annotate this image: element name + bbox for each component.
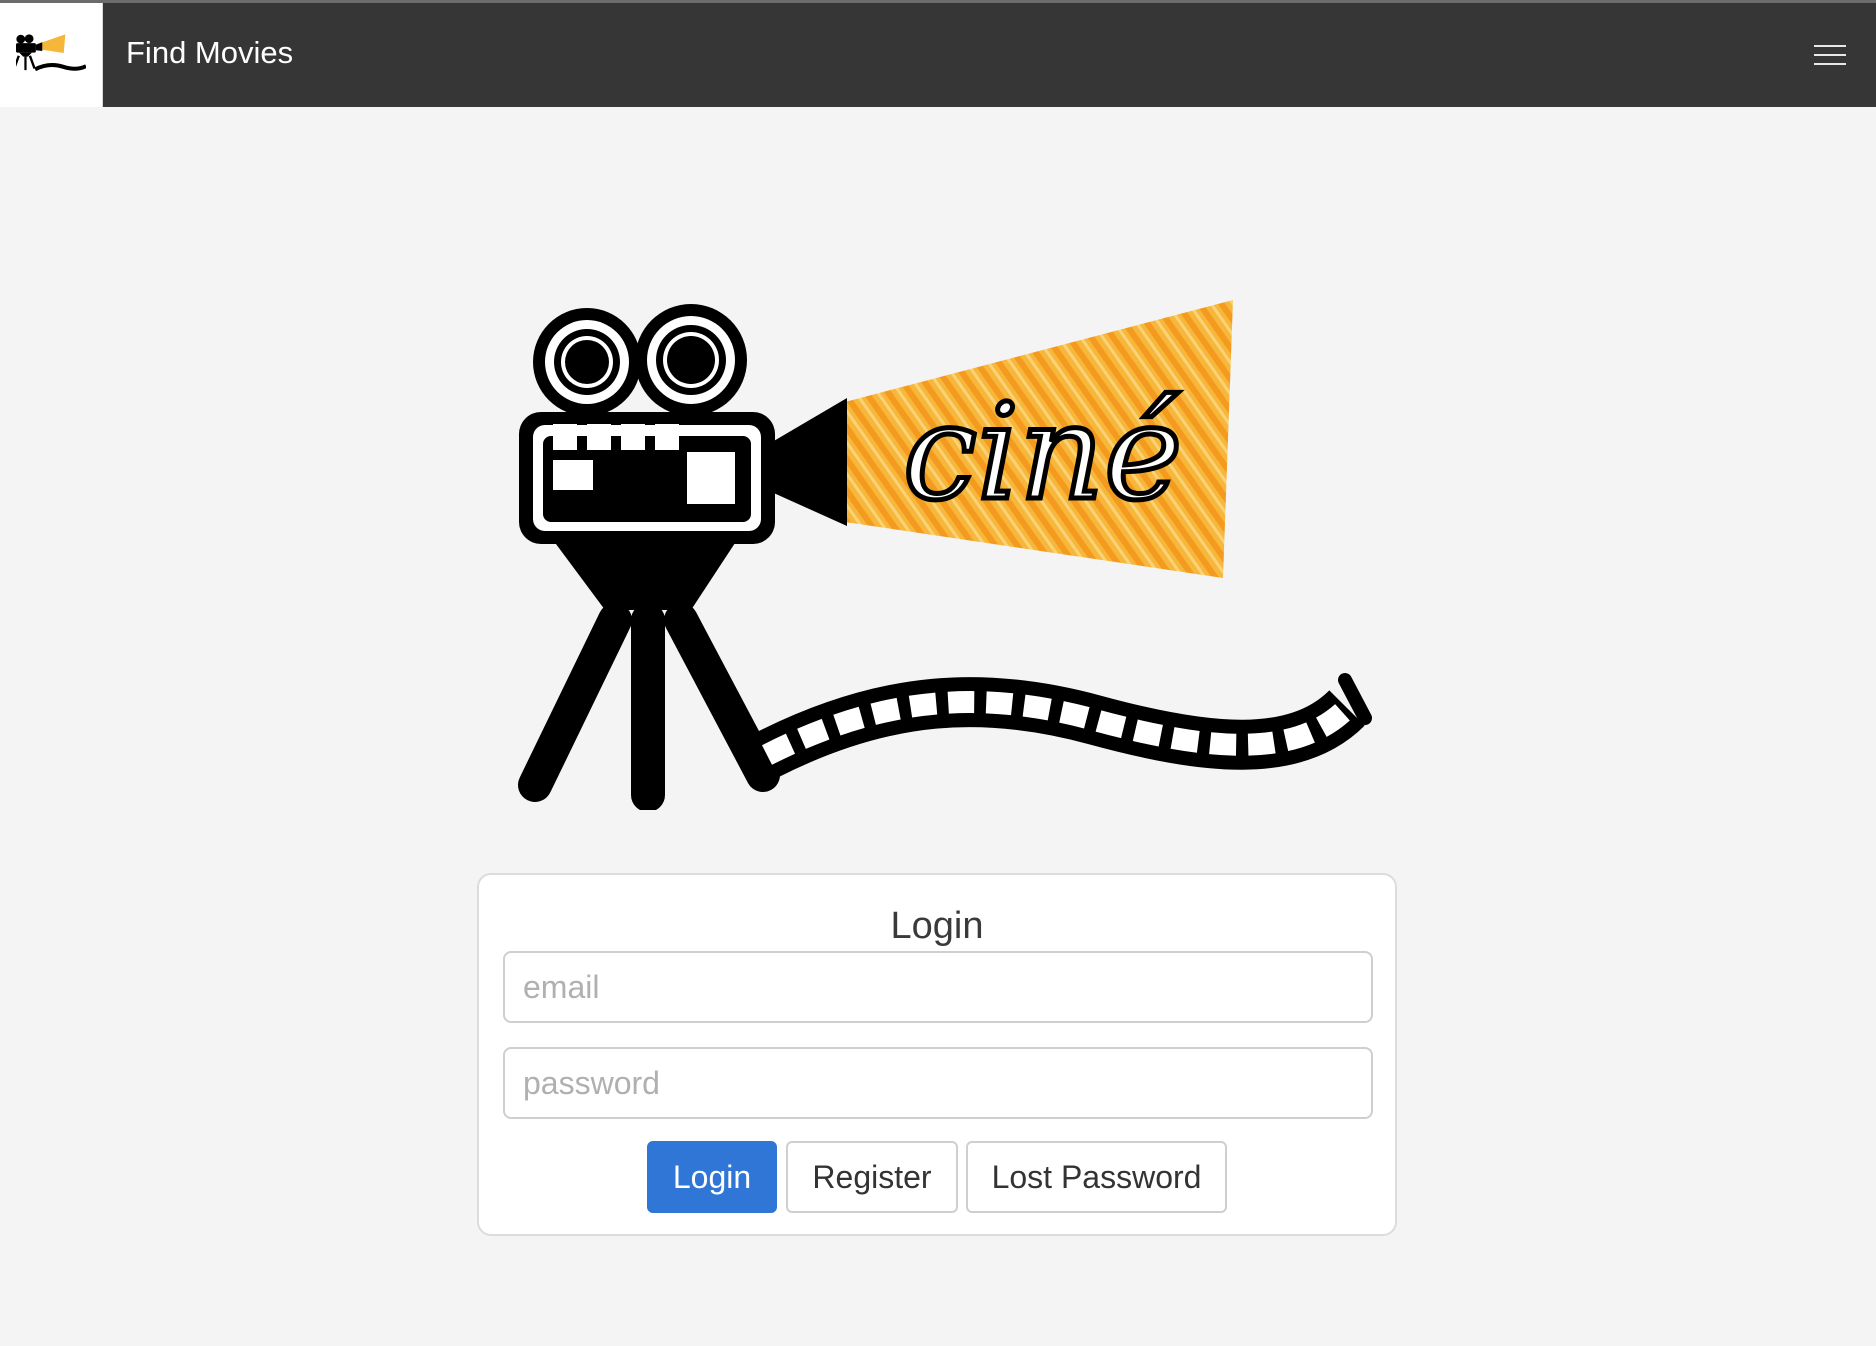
email-field[interactable] bbox=[503, 951, 1373, 1023]
password-field[interactable] bbox=[503, 1047, 1373, 1119]
login-button[interactable]: Login bbox=[647, 1141, 777, 1213]
cine-logo: ciné bbox=[505, 290, 1385, 812]
nav-title-link[interactable]: Find Movies bbox=[126, 33, 293, 73]
brand-logo-link[interactable] bbox=[0, 3, 103, 107]
lost-password-button[interactable]: Lost Password bbox=[966, 1141, 1227, 1213]
hamburger-menu-icon[interactable] bbox=[1808, 39, 1852, 71]
login-title: Login bbox=[890, 905, 984, 947]
register-button[interactable]: Register bbox=[786, 1141, 958, 1213]
login-card: Login Login Register Lost Password bbox=[477, 873, 1397, 1236]
cine-movie-camera-logo-icon: ciné bbox=[518, 300, 1372, 812]
cine-small-logo-icon bbox=[16, 34, 86, 72]
cine-logo-text: ciné bbox=[903, 376, 1182, 530]
